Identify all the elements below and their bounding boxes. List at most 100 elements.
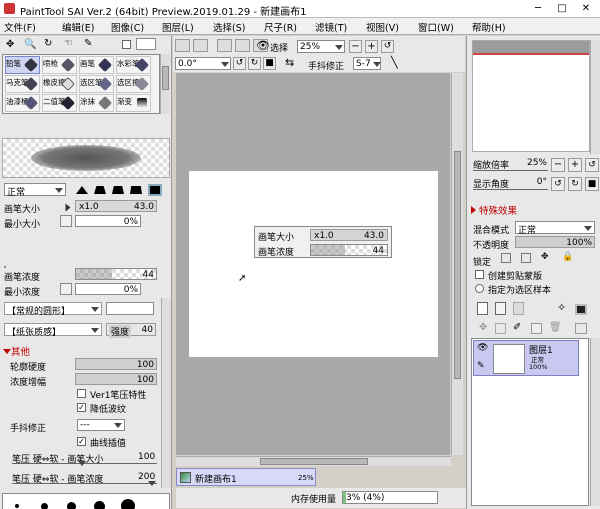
tool-marker[interactable]: 马克笔 [5, 75, 40, 93]
menu-ruler[interactable]: 尺子(R) [264, 20, 297, 34]
menu-view[interactable]: 视图(V) [366, 20, 399, 34]
menu-filter[interactable]: 滤镜(T) [315, 20, 347, 34]
tool-bucket[interactable]: 油漆桶 [5, 94, 40, 112]
layer-mask-apply-icon[interactable] [575, 323, 587, 334]
lock-all-icon[interactable]: 🔒 [562, 252, 573, 262]
tool-grid-scrollbar[interactable] [160, 54, 170, 114]
zoom-in-button[interactable]: + [365, 40, 378, 53]
curve-interp-checkbox[interactable]: ✓ [77, 437, 86, 446]
color-box[interactable] [136, 38, 156, 50]
rotate-right-button[interactable]: ↻ [248, 57, 261, 70]
navigator-scrollbar[interactable] [590, 40, 600, 154]
popup-density-slider[interactable]: 44 [310, 244, 388, 256]
min-size-slider[interactable]: 0% [75, 215, 141, 227]
new-set-icon[interactable] [513, 302, 524, 315]
brush-shape-value[interactable] [106, 302, 154, 315]
expand-icon[interactable] [471, 206, 476, 214]
tool-select-pen[interactable]: 选区笔 [79, 75, 114, 93]
brush-density-slider[interactable]: 44 [75, 268, 157, 280]
nav-zoom-slider[interactable] [473, 170, 548, 171]
layer-row[interactable]: 👁 ✎ 图层1 正常 100% [473, 340, 579, 376]
tip-shape-icon[interactable] [130, 186, 142, 194]
color-swatch-icon[interactable] [122, 40, 131, 49]
layer-edit-pencil-icon[interactable]: ✎ [477, 361, 485, 371]
clear-layer-icon[interactable] [531, 323, 542, 334]
minimize-button[interactable]: ─ [528, 2, 548, 16]
blend-mode-select[interactable]: 正常 [515, 221, 595, 236]
canvas-viewport[interactable]: 画笔大小 x1.0 43.0 画笔浓度 44 ➚ [176, 73, 450, 455]
tool-airbrush[interactable]: 喷枪 [42, 56, 77, 74]
rotate-left-button[interactable]: ↺ [233, 57, 246, 70]
rotation-select[interactable]: 0.0° [175, 57, 231, 70]
lock-move-icon[interactable]: ✥ [541, 252, 549, 262]
line-tool-icon[interactable]: ╲ [391, 56, 398, 69]
nav-zoom-reset-button[interactable]: ↺ [585, 158, 599, 172]
close-button[interactable]: ✕ [576, 2, 596, 16]
toolbar-button[interactable] [175, 39, 190, 52]
maximize-button[interactable]: □ [552, 2, 572, 16]
zoom-icon[interactable]: 🔍 [24, 39, 36, 50]
nav-zoom-out-button[interactable]: − [551, 158, 565, 172]
layer-mask-icon[interactable] [575, 304, 587, 315]
canvas-document[interactable] [189, 171, 438, 357]
navigator-preview[interactable] [472, 40, 590, 152]
canvas-tab[interactable]: 新建画布1 25% [176, 468, 316, 486]
toolbar-button[interactable] [235, 39, 250, 52]
toolbar-button[interactable] [193, 39, 208, 52]
menu-help[interactable]: 帮助(H) [472, 20, 506, 34]
rotate-reset-button[interactable]: ■ [263, 57, 276, 70]
layer-effect-icon[interactable]: ✧ [557, 301, 566, 314]
ver1-pressure-checkbox[interactable] [77, 389, 86, 398]
brush-texture-select[interactable]: 【纸张质感】 [4, 323, 102, 338]
move-up-icon[interactable]: ✥ [479, 322, 487, 333]
tool-pencil[interactable]: 铅笔 [5, 56, 40, 74]
delete-layer-icon[interactable]: 🗑 [549, 322, 562, 333]
eyedropper-icon[interactable]: ✎ [84, 38, 92, 49]
zoom-reset-button[interactable]: ↺ [381, 40, 394, 53]
tip-shape-icon[interactable] [94, 186, 106, 194]
chevron-icon[interactable] [65, 203, 71, 212]
nav-rotate-reset-button[interactable]: ■ [585, 177, 599, 191]
layer-list-scrollbar[interactable] [590, 338, 600, 506]
tool-gradient[interactable]: 渐变 [116, 94, 151, 112]
new-folder-icon[interactable] [495, 302, 506, 315]
nav-rotate-left-button[interactable]: ↺ [551, 177, 565, 191]
new-layer-icon[interactable] [477, 302, 488, 315]
tool-smudge[interactable]: 涂抹 [79, 94, 114, 112]
lock-transparency-icon[interactable] [501, 253, 511, 263]
tool-binary-pen[interactable]: 二值笔 [42, 94, 77, 112]
tool-eraser[interactable]: 橡皮擦 [42, 75, 77, 93]
collapse-icon[interactable] [3, 349, 11, 354]
toolbar-button[interactable] [217, 39, 232, 52]
pressure-icon[interactable] [60, 283, 72, 295]
zoom-out-button[interactable]: − [349, 40, 362, 53]
select-source-radio[interactable] [475, 284, 484, 293]
flip-icon[interactable]: ⇆ [285, 56, 294, 69]
stabilizer-select[interactable]: --- [77, 419, 125, 431]
tip-shape-square-icon[interactable] [148, 184, 162, 196]
menu-window[interactable]: 窗口(W) [418, 20, 454, 34]
opacity-slider[interactable]: 100% [515, 236, 595, 248]
pressure-density-slider[interactable] [12, 483, 157, 484]
hand-icon[interactable]: ☜ [64, 38, 73, 49]
slider-handle-icon[interactable] [148, 481, 156, 486]
menu-edit[interactable]: 编辑(E) [62, 20, 94, 34]
canvas-hscrollbar[interactable] [176, 456, 451, 466]
clip-mask-checkbox[interactable] [475, 270, 484, 279]
popup-size-slider[interactable]: x1.0 43.0 [310, 229, 388, 241]
menu-image[interactable]: 图像(C) [111, 20, 144, 34]
nav-rotate-right-button[interactable]: ↻ [568, 177, 582, 191]
nav-zoom-in-button[interactable]: + [568, 158, 582, 172]
menu-file[interactable]: 文件(F) [4, 20, 36, 34]
tool-watercolor[interactable]: 水彩笔 [116, 56, 151, 74]
tip-shape-icon[interactable] [112, 186, 124, 194]
brush-size-dot[interactable] [67, 502, 76, 509]
texture-strength-slider[interactable]: 强度 40 [106, 323, 156, 338]
menu-select[interactable]: 选择(S) [213, 20, 245, 34]
edge-hardness-slider[interactable]: 100 [75, 358, 157, 370]
layer-visibility-eye-icon[interactable]: 👁 [477, 343, 488, 353]
pressure-icon[interactable] [60, 215, 72, 227]
brush-shape-select[interactable]: 【常规的圆形】 [4, 302, 102, 317]
brush-size-dot[interactable] [94, 501, 105, 509]
tool-brush[interactable]: 画笔 [79, 56, 114, 74]
